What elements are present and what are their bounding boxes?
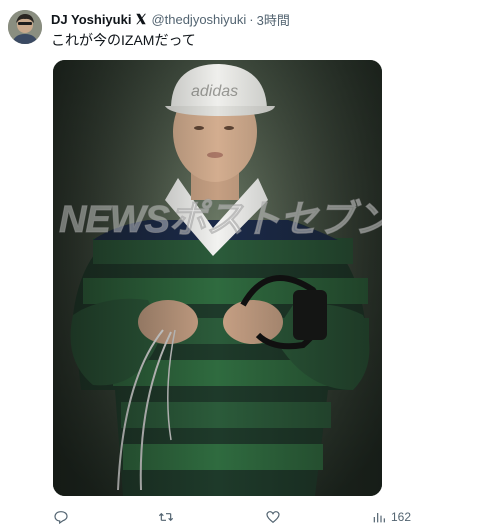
heart-icon bbox=[266, 511, 280, 524]
reply-icon bbox=[54, 511, 68, 525]
tweet: DJ Yoshiyuki @thedjyoshiyuki · 3時間 これが今の… bbox=[0, 0, 500, 531]
reply-button[interactable] bbox=[53, 507, 69, 527]
post-time[interactable]: 3時間 bbox=[257, 10, 290, 29]
repost-button[interactable] bbox=[158, 507, 174, 527]
tweet-header: DJ Yoshiyuki @thedjyoshiyuki · 3時間 bbox=[51, 10, 290, 29]
author-name[interactable]: DJ Yoshiyuki bbox=[51, 12, 131, 27]
views-icon bbox=[373, 513, 385, 523]
tweet-text: これが今のIZAMだって bbox=[51, 32, 196, 48]
action-bar: 162 bbox=[0, 507, 500, 527]
tweet-photo[interactable]: adidas NEWSポストセブン bbox=[53, 60, 382, 496]
avatar-image bbox=[8, 10, 42, 44]
repost-icon bbox=[158, 512, 174, 522]
avatar[interactable] bbox=[8, 10, 42, 44]
views-count: 162 bbox=[391, 510, 412, 524]
author-handle[interactable]: @thedjyoshiyuki bbox=[151, 12, 246, 27]
views-button[interactable]: 162 bbox=[371, 507, 411, 527]
like-button[interactable] bbox=[265, 507, 281, 527]
separator-dot: · bbox=[249, 11, 254, 27]
x-logo-icon bbox=[136, 13, 147, 25]
photo-image: adidas bbox=[53, 60, 382, 496]
